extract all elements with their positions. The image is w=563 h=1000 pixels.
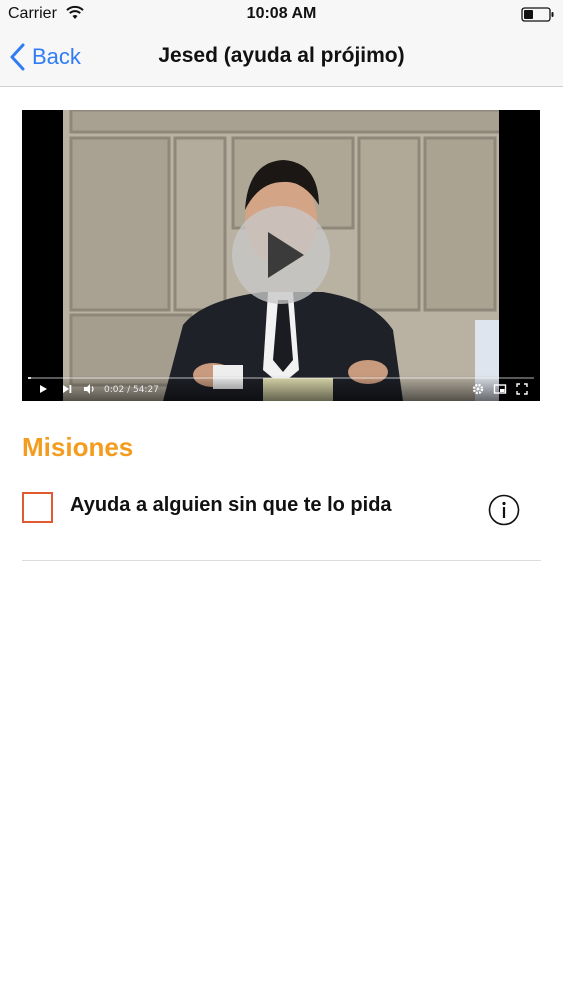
play-icon xyxy=(268,232,304,278)
time-readout: 0:02 / 54:27 xyxy=(104,385,159,395)
play-icon[interactable] xyxy=(36,382,50,396)
video-player[interactable]: 0:02 / 54:27 xyxy=(22,110,540,401)
mission-checkbox[interactable] xyxy=(22,492,53,523)
navigation-bar: Back Jesed (ayuda al prójimo) xyxy=(0,30,563,87)
fullscreen-icon[interactable] xyxy=(515,382,529,396)
skip-icon[interactable] xyxy=(60,382,74,396)
settings-icon[interactable] xyxy=(471,382,485,396)
video-controls: 0:02 / 54:27 xyxy=(22,375,540,401)
progress-bar[interactable] xyxy=(28,377,534,379)
play-button[interactable] xyxy=(232,206,330,304)
back-button[interactable]: Back xyxy=(10,40,81,74)
miniplayer-icon[interactable] xyxy=(493,382,507,396)
missions-title: Misiones xyxy=(22,432,134,462)
battery-icon xyxy=(521,7,554,22)
page-title: Jesed (ayuda al prójimo) xyxy=(158,44,405,67)
back-label: Back xyxy=(32,44,81,69)
mission-label: Ayuda a alguien sin que te lo pida xyxy=(70,494,392,516)
status-time: 10:08 AM xyxy=(246,5,317,22)
divider xyxy=(22,560,541,561)
status-bar: Carrier 10:08 AM xyxy=(0,0,563,30)
chevron-left-icon xyxy=(10,43,25,71)
volume-icon[interactable] xyxy=(82,382,96,396)
info-icon[interactable] xyxy=(488,494,520,526)
list-item: Ayuda a alguien sin que te lo pida xyxy=(22,490,540,530)
progress-fill xyxy=(28,377,32,379)
